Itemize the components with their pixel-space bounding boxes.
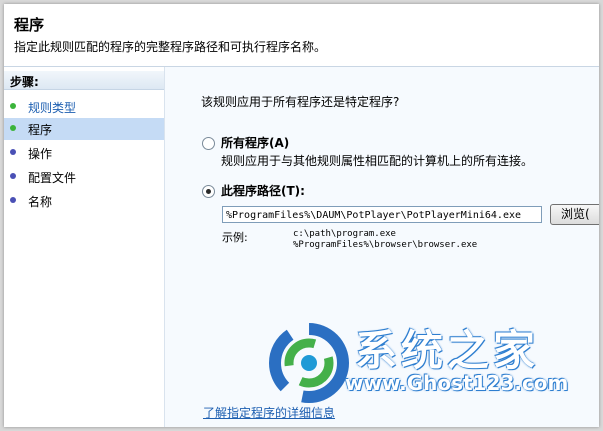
step-name[interactable]: 名称 [4, 190, 164, 212]
step-profile[interactable]: 配置文件 [4, 166, 164, 188]
step-program[interactable]: 程序 [4, 118, 164, 140]
wizard-window: 程序 指定此规则匹配的程序的完整程序路径和可执行程序名称。 步骤: 规则类型 程… [4, 4, 599, 427]
step-bullet-icon [10, 125, 16, 131]
step-action[interactable]: 操作 [4, 142, 164, 164]
step-label: 程序 [28, 123, 53, 137]
step-label: 操作 [28, 147, 53, 161]
all-programs-label[interactable]: 所有程序(A) [221, 134, 289, 151]
program-path-input[interactable]: %ProgramFiles%\DAUM\PotPlayer\PotPlayerM… [222, 206, 542, 223]
program-path-radio[interactable] [202, 185, 215, 198]
steps-heading-label: 步骤: [10, 75, 39, 89]
page-subtitle: 指定此规则匹配的程序的完整程序路径和可执行程序名称。 [14, 40, 327, 54]
example-line: %ProgramFiles%\browser\browser.exe [293, 240, 478, 250]
example-label: 示例: [222, 231, 248, 244]
step-label: 规则类型 [28, 101, 77, 115]
all-programs-description: 规则应用于与其他规则属性相匹配的计算机上的所有连接。 [221, 154, 534, 168]
watermark-logo-icon [269, 323, 349, 403]
step-label: 名称 [28, 195, 53, 209]
step-bullet-icon [10, 103, 16, 109]
scope-question: 该规则应用于所有程序还是特定程序? [201, 95, 400, 109]
steps-heading: 步骤: [4, 71, 164, 90]
step-bullet-icon [10, 197, 16, 203]
step-label: 配置文件 [28, 171, 77, 185]
wizard-header: 程序 指定此规则匹配的程序的完整程序路径和可执行程序名称。 [4, 4, 599, 67]
steps-sidebar: 步骤: 规则类型 程序 操作 配置文件 名称 [4, 67, 165, 427]
learn-more-link[interactable]: 了解指定程序的详细信息 [203, 404, 335, 421]
step-bullet-icon [10, 149, 16, 155]
watermark-title: 系统之家 [355, 326, 540, 375]
main-panel: 该规则应用于所有程序还是特定程序? 所有程序(A) 规则应用于与其他规则属性相匹… [165, 67, 599, 427]
browse-button[interactable]: 浏览( [550, 204, 599, 225]
all-programs-radio[interactable] [202, 137, 215, 150]
program-path-label[interactable]: 此程序路径(T): [221, 182, 305, 199]
example-line: c:\path\program.exe [293, 229, 396, 239]
watermark-url: www.Ghost123.com [345, 371, 569, 395]
step-bullet-icon [10, 173, 16, 179]
step-rule-type[interactable]: 规则类型 [4, 96, 164, 118]
page-title: 程序 [14, 16, 45, 34]
